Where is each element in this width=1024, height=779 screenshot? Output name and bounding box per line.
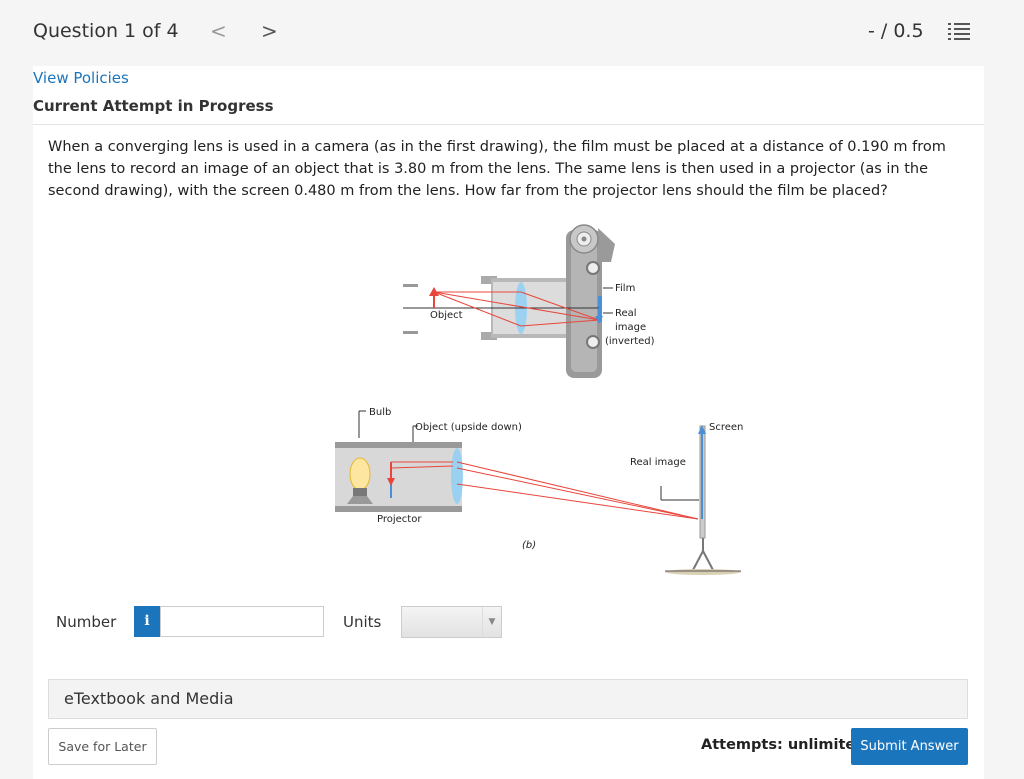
- score-display: - / 0.5: [868, 20, 924, 42]
- info-icon[interactable]: i: [134, 606, 160, 637]
- projector-illustration: [335, 442, 699, 520]
- number-input[interactable]: [160, 606, 324, 637]
- label-film: Film: [615, 283, 635, 294]
- label-real-image-line3: (inverted): [605, 336, 655, 347]
- attempt-heading: Current Attempt in Progress: [33, 97, 274, 115]
- question-text: When a converging lens is used in a came…: [48, 139, 946, 199]
- question-counter: Question 1 of 4: [33, 20, 179, 42]
- label-bulb: Bulb: [369, 407, 391, 418]
- top-bar: Question 1 of 4 < > - / 0.5: [0, 0, 1024, 66]
- label-object: Object: [430, 310, 463, 321]
- label-real-image: Real image: [630, 457, 686, 468]
- etextbook-media-label: eTextbook and Media: [64, 689, 234, 708]
- label-object-upside-down: Object (upside down): [415, 422, 522, 433]
- lens-diagram-figure: Film Object Real image (inverted) Bulb O…: [335, 224, 743, 575]
- label-projector: Projector: [377, 514, 422, 525]
- attempts-info: Attempts: unlimited: [701, 737, 866, 753]
- divider: [33, 124, 984, 125]
- label-screen: Screen: [709, 422, 743, 433]
- units-label: Units: [343, 613, 382, 631]
- number-label: Number: [56, 613, 117, 631]
- next-question-button[interactable]: >: [261, 19, 278, 43]
- question-card: View Policies Current Attempt in Progres…: [33, 66, 984, 779]
- question-list-icon[interactable]: [948, 22, 970, 42]
- view-policies-link[interactable]: View Policies: [33, 69, 129, 87]
- screen-illustration: [660, 425, 741, 575]
- etextbook-media-panel[interactable]: eTextbook and Media: [48, 679, 968, 719]
- units-dropdown[interactable]: ▼: [401, 606, 502, 638]
- submit-answer-button[interactable]: Submit Answer: [851, 728, 968, 765]
- previous-question-button[interactable]: <: [210, 19, 227, 43]
- chevron-down-icon: ▼: [482, 607, 501, 637]
- label-real-image-line1: Real: [615, 308, 637, 319]
- label-real-image-line2: image: [615, 322, 646, 333]
- label-part-b: (b): [522, 540, 536, 551]
- save-for-later-button[interactable]: Save for Later: [48, 728, 157, 765]
